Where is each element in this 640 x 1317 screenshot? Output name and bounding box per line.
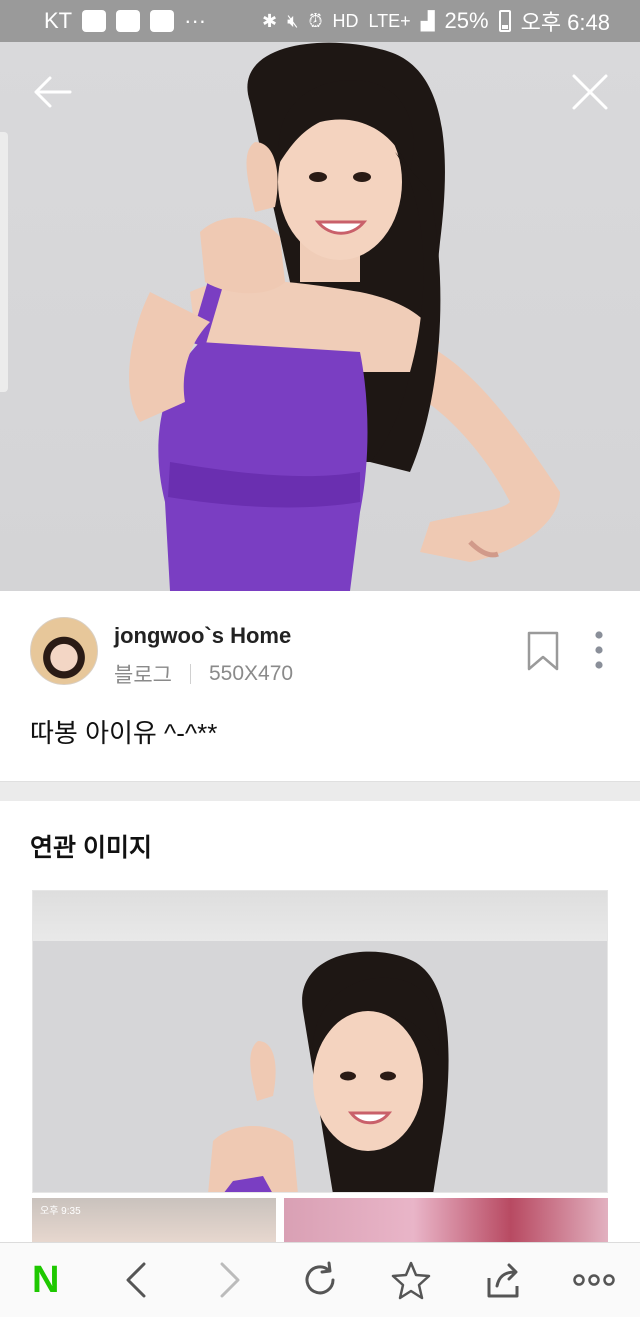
status-bar: KT ··· ✱ 🔇︎ ⏰︎ HD LTE+ ▟ 25% 오후 6:48 bbox=[0, 0, 640, 42]
more-notifications-icon: ··· bbox=[184, 8, 207, 33]
image-caption: 따봉 아이유 ^-^** bbox=[30, 718, 218, 748]
refresh-icon bbox=[305, 1261, 335, 1295]
network-label: LTE+ bbox=[368, 10, 411, 31]
carrier-label: KT bbox=[44, 8, 73, 33]
app-icon bbox=[150, 10, 175, 32]
source-avatar[interactable] bbox=[30, 617, 98, 685]
image-dimensions: 550X470 bbox=[208, 662, 294, 685]
close-icon bbox=[572, 74, 608, 110]
alarm-icon: ⏰︎ bbox=[308, 10, 323, 31]
source-name[interactable]: jongwoo`s Home bbox=[114, 623, 291, 649]
clock: 오후 6:48 bbox=[520, 10, 610, 35]
status-left: KT ··· bbox=[44, 8, 206, 34]
gallery-icon bbox=[116, 10, 141, 32]
back-button[interactable] bbox=[30, 70, 74, 114]
related-image-main[interactable] bbox=[32, 890, 608, 1193]
bottom-nav: N bbox=[0, 1242, 640, 1317]
section-divider bbox=[0, 781, 640, 801]
battery-percent: 25% bbox=[444, 8, 489, 33]
mute-icon: 🔇︎ bbox=[287, 10, 299, 31]
more-options-button[interactable] bbox=[590, 629, 608, 676]
status-right: ✱ 🔇︎ ⏰︎ HD LTE+ ▟ 25% 오후 6:48 bbox=[262, 5, 610, 37]
meta-separator bbox=[189, 664, 191, 684]
more-vertical-icon bbox=[595, 631, 603, 669]
image-info-card: jongwoo`s Home 블로그 550X470 따봉 아이유 ^-^** bbox=[0, 591, 640, 781]
hd-icon: HD bbox=[332, 10, 359, 31]
side-handle[interactable] bbox=[0, 132, 8, 392]
source-type: 블로그 bbox=[114, 664, 172, 687]
more-button[interactable] bbox=[564, 1250, 624, 1310]
star-icon bbox=[392, 1261, 431, 1300]
thumb-mini-time: 오후 9:35 bbox=[40, 1206, 81, 1217]
favorite-button[interactable] bbox=[381, 1250, 441, 1310]
share-icon bbox=[487, 1263, 519, 1298]
related-thumb-1[interactable]: 오후 9:35 bbox=[32, 1198, 276, 1244]
close-button[interactable] bbox=[568, 70, 612, 114]
photo-illustration bbox=[129, 42, 560, 591]
bookmark-button[interactable] bbox=[526, 631, 560, 676]
related-thumb-2[interactable] bbox=[284, 1198, 608, 1244]
naver-logo-icon: N bbox=[31, 1258, 60, 1301]
nav-forward-button[interactable] bbox=[199, 1250, 259, 1310]
related-photo-illustration bbox=[208, 951, 449, 1192]
more-icon bbox=[573, 1274, 615, 1286]
refresh-button[interactable] bbox=[290, 1250, 350, 1310]
notification-app-icon bbox=[82, 10, 107, 32]
forward-icon bbox=[220, 1262, 240, 1298]
back-icon bbox=[126, 1262, 146, 1298]
nav-back-button[interactable] bbox=[107, 1250, 167, 1310]
related-images-title: 연관 이미지 bbox=[30, 834, 152, 862]
arrow-left-icon bbox=[34, 76, 72, 108]
naver-home-button[interactable]: N bbox=[16, 1250, 76, 1310]
battery-icon bbox=[498, 10, 511, 32]
main-image[interactable] bbox=[0, 42, 640, 591]
share-button[interactable] bbox=[473, 1250, 533, 1310]
bluetooth-icon: ✱ bbox=[262, 10, 278, 31]
source-meta: 블로그 550X470 bbox=[114, 659, 293, 689]
bookmark-icon bbox=[527, 631, 559, 671]
signal-icon: ▟ bbox=[420, 10, 435, 31]
